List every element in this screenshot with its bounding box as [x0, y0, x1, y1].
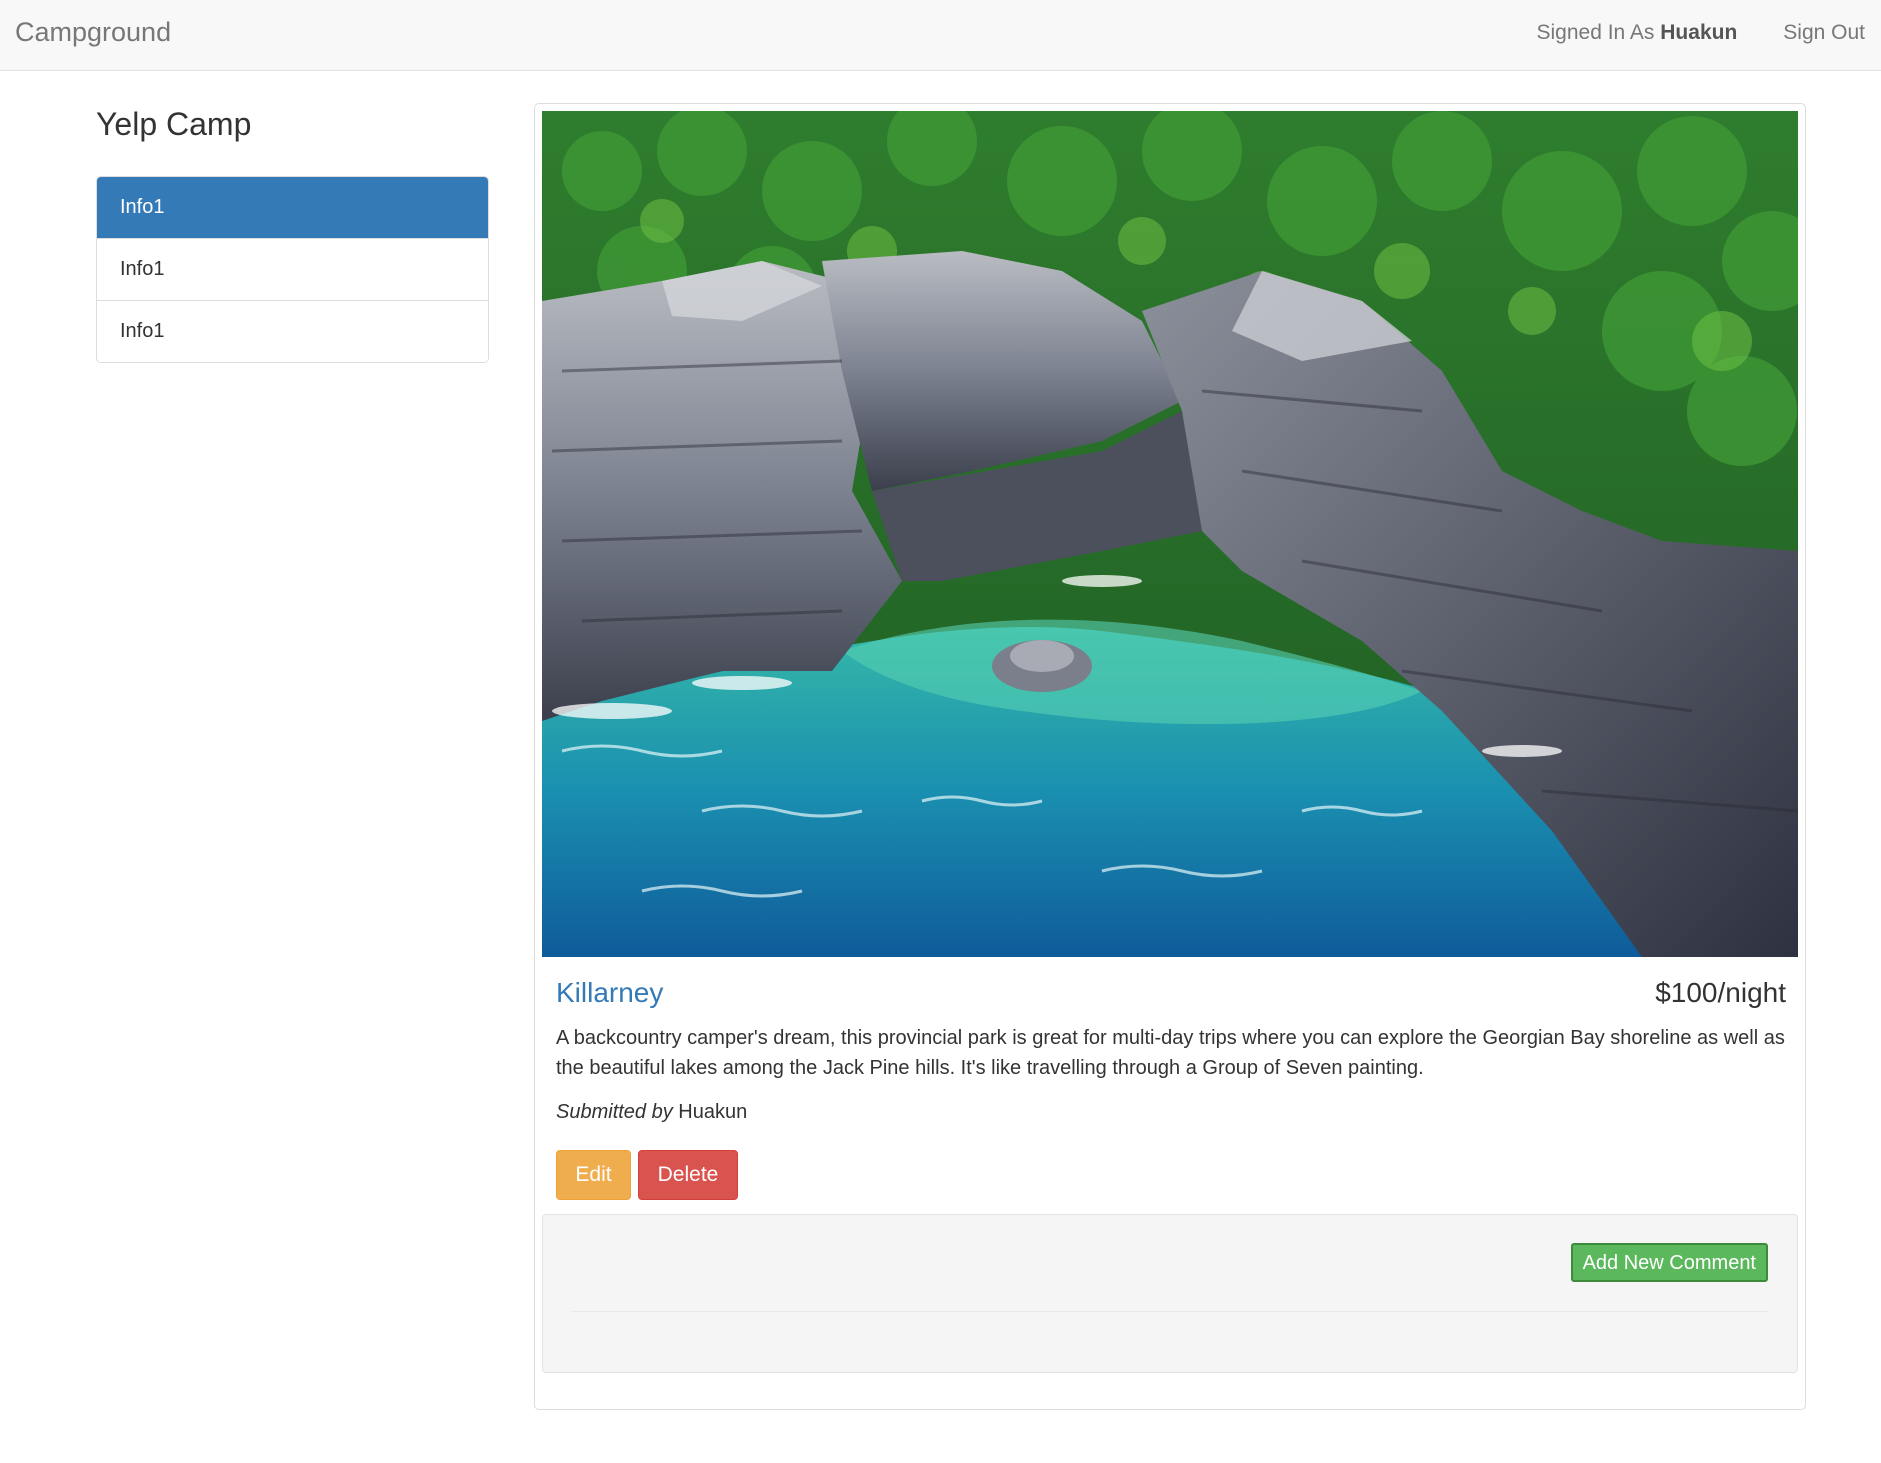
campground-thumbnail: Killarney $100/night A backcountry campe…	[534, 103, 1806, 1410]
campground-description: A backcountry camper's dream, this provi…	[556, 1027, 1785, 1079]
campground-name-link[interactable]: Killarney	[556, 977, 663, 1009]
list-item-info1[interactable]: Info1	[97, 238, 488, 300]
campground-image	[542, 111, 1798, 957]
author-name: Huakun	[678, 1101, 748, 1123]
info-list: Info1 Info1 Info1	[96, 176, 489, 363]
campground-photo-svg	[542, 111, 1798, 957]
edit-button[interactable]: Edit	[556, 1150, 631, 1200]
sign-out-link[interactable]: Sign Out	[1783, 20, 1865, 46]
title-row: Killarney $100/night	[556, 973, 1786, 1013]
list-item-info1-active[interactable]: Info1	[97, 177, 488, 238]
campground-price: $100/night	[1655, 977, 1786, 1008]
submitted-by: Submitted by Huakun	[556, 1097, 1786, 1127]
comments-well: Add New Comment	[542, 1214, 1798, 1373]
sidebar: Yelp Camp Info1 Info1 Info1	[96, 102, 489, 363]
signed-in-link[interactable]: Signed In As Huakun	[1537, 20, 1738, 46]
navbar: Campground Signed In As Huakun Sign Out	[0, 0, 1881, 71]
nav-right: Signed In As Huakun Sign Out	[1537, 20, 1866, 46]
submitted-label: Submitted by	[556, 1101, 673, 1123]
signed-in-prefix: Signed In As	[1536, 21, 1661, 44]
username: Huakun	[1660, 21, 1738, 44]
action-buttons: Edit Delete	[556, 1150, 738, 1200]
add-new-comment-button[interactable]: Add New Comment	[1570, 1243, 1768, 1282]
sidebar-title: Yelp Camp	[96, 106, 252, 142]
brand-link[interactable]: Campground	[15, 15, 171, 49]
campground-caption: Killarney $100/night A backcountry campe…	[556, 973, 1786, 1127]
list-item-info1[interactable]: Info1	[97, 300, 488, 362]
comments-divider	[572, 1311, 1768, 1312]
delete-button[interactable]: Delete	[638, 1150, 738, 1200]
